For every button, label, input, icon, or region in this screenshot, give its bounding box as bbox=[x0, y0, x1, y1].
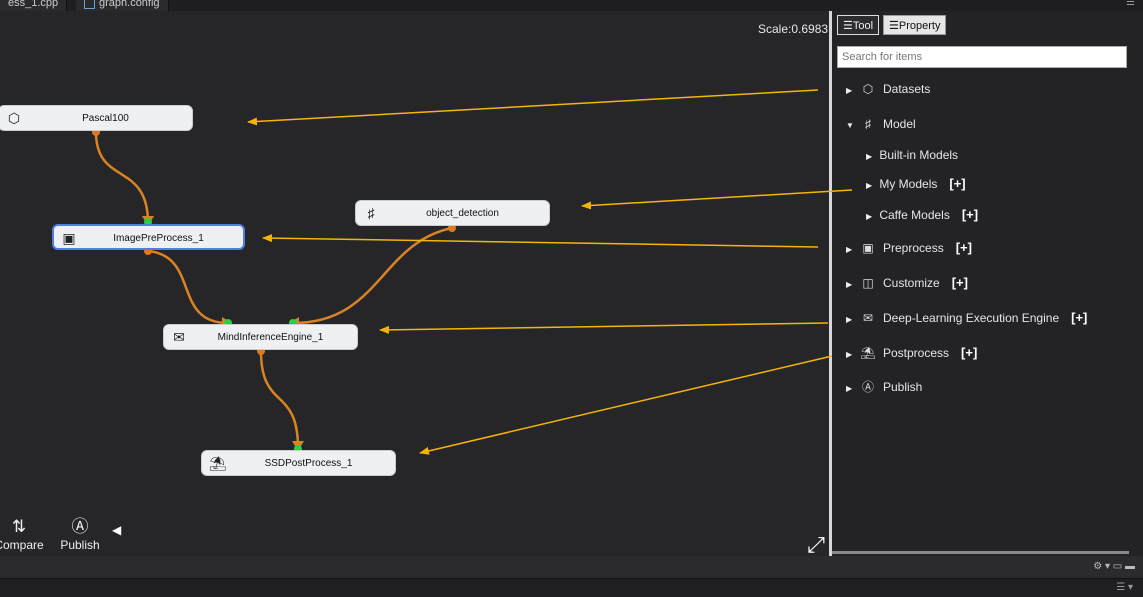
bottom-menu-icon[interactable]: ☰ ▾ bbox=[1116, 582, 1133, 593]
wire-objdet-to-engine[interactable] bbox=[292, 226, 453, 325]
node-label: object_detection bbox=[426, 208, 499, 219]
search-input[interactable] bbox=[837, 46, 1127, 68]
add-postprocess-button[interactable]: [+] bbox=[961, 345, 977, 360]
engine-icon: ✉ bbox=[862, 311, 874, 325]
node-object-detection[interactable]: ♯ object_detection bbox=[355, 200, 550, 226]
wire-pascal-to-prep[interactable] bbox=[94, 131, 150, 224]
tab-process-cpp[interactable]: ess_1.cpp bbox=[0, 0, 68, 11]
tab-property[interactable]: ☰Property bbox=[883, 15, 947, 35]
cube-icon: ⬡ bbox=[862, 82, 874, 96]
node-ssdpostprocess[interactable]: ⛱ SSDPostProcess_1 bbox=[201, 450, 396, 476]
tool-panel: ☰Tool ☰Property ▶ ⬡ Datasets ▼ ♯ Model ▶ Bui… bbox=[832, 11, 1143, 556]
panel-controls[interactable]: ⚙ ▾ ▭ ▬ bbox=[1093, 561, 1135, 572]
tree-item-postprocess[interactable]: ▶ ⛱ Postprocess [+] bbox=[846, 345, 977, 361]
collapse-toolbar-icon[interactable]: ◀ bbox=[112, 523, 121, 537]
expand-arrow-icon[interactable]: ▶ bbox=[846, 312, 856, 328]
tree-item-execution-engine[interactable]: ▶ ✉ Deep-Learning Execution Engine [+] bbox=[846, 310, 1087, 326]
model-icon: ♯ bbox=[865, 117, 871, 131]
postprocess-icon: ⛱ bbox=[209, 455, 227, 471]
publish-button[interactable]: Ⓐ Publish bbox=[55, 516, 105, 552]
collapse-arrow-icon[interactable]: ▼ bbox=[846, 118, 856, 134]
tree-label: Postprocess bbox=[883, 346, 950, 360]
tab-label: graph.config bbox=[99, 0, 160, 9]
node-label: SSDPostProcess_1 bbox=[264, 458, 353, 469]
tree-item-my-models[interactable]: ▶ My Models [+] bbox=[866, 176, 966, 192]
tree-item-builtin-models[interactable]: ▶ Built-in Models bbox=[866, 147, 958, 163]
graph-canvas[interactable]: Scale:0.6983 ⬡ Pascal100 ▣ ImagePreProce… bbox=[0, 11, 830, 556]
node-label: MindInferenceEngine_1 bbox=[217, 332, 324, 343]
tree-label: Model bbox=[883, 117, 916, 131]
expand-arrow-icon[interactable]: ▶ bbox=[846, 277, 856, 293]
tree-label: Caffe Models bbox=[879, 208, 950, 222]
model-icon: ♯ bbox=[367, 205, 375, 221]
expand-arrow-icon[interactable]: ▶ bbox=[866, 149, 876, 165]
tree-item-preprocess[interactable]: ▶ ▣ Preprocess [+] bbox=[846, 240, 972, 256]
tree-item-customize[interactable]: ▶ ◫ Customize [+] bbox=[846, 275, 968, 291]
add-customize-button[interactable]: [+] bbox=[952, 275, 968, 290]
node-label: Pascal100 bbox=[82, 113, 129, 124]
bottom-bar: ⚙ ▾ ▭ ▬ ☰ ▾ bbox=[0, 556, 1143, 597]
tab-menu-icon[interactable]: ☰ bbox=[1126, 0, 1135, 8]
publish-label: Publish bbox=[60, 538, 100, 552]
expand-arrow-icon[interactable]: ▶ bbox=[846, 381, 856, 397]
expand-arrow-icon[interactable]: ▶ bbox=[866, 209, 876, 225]
tree-label: Built-in Models bbox=[879, 148, 959, 162]
tree-label: Customize bbox=[883, 276, 940, 290]
tab-tool-label: Tool bbox=[852, 20, 874, 32]
preprocess-icon: ▣ bbox=[862, 241, 874, 255]
expand-arrow-icon[interactable]: ▶ bbox=[866, 178, 876, 194]
cube-icon: ⬡ bbox=[7, 110, 21, 126]
tab-property-label: Property bbox=[898, 20, 941, 32]
add-engine-button[interactable]: [+] bbox=[1071, 310, 1087, 325]
node-label: ImagePreProcess_1 bbox=[113, 233, 204, 244]
fullscreen-icon[interactable]: ⤢ bbox=[804, 533, 828, 557]
node-pascal100[interactable]: ⬡ Pascal100 bbox=[0, 105, 193, 131]
tab-tool[interactable]: ☰Tool bbox=[837, 15, 880, 35]
add-caffe-model-button[interactable]: [+] bbox=[962, 207, 978, 222]
file-icon bbox=[84, 0, 95, 9]
node-mindinferenceengine[interactable]: ✉ MindInferenceEngine_1 bbox=[163, 324, 358, 350]
compare-icon: ⇅ bbox=[11, 517, 27, 536]
publish-icon: Ⓐ bbox=[861, 380, 874, 394]
output-panel-header: ⚙ ▾ ▭ ▬ bbox=[0, 556, 1143, 579]
tree-label: My Models bbox=[879, 177, 938, 191]
preprocess-icon: ▣ bbox=[62, 230, 76, 246]
add-preprocess-button[interactable]: [+] bbox=[956, 240, 972, 255]
tree-item-model[interactable]: ▼ ♯ Model bbox=[846, 116, 916, 132]
expand-arrow-icon[interactable]: ▶ bbox=[846, 83, 856, 99]
tree-item-publish[interactable]: ▶ Ⓐ Publish bbox=[846, 379, 922, 395]
tree-item-datasets[interactable]: ▶ ⬡ Datasets bbox=[846, 81, 930, 97]
panel-bottom-border bbox=[832, 551, 1129, 554]
tree-item-caffe-models[interactable]: ▶ Caffe Models [+] bbox=[866, 207, 978, 223]
publish-icon: Ⓐ bbox=[71, 517, 89, 536]
tree-label: Preprocess bbox=[883, 241, 944, 255]
tree-label: Publish bbox=[883, 380, 923, 394]
engine-icon: ✉ bbox=[173, 329, 185, 345]
connection-layer bbox=[92, 128, 456, 453]
postprocess-icon: ⛱ bbox=[860, 346, 876, 360]
compare-button[interactable]: ⇅ Compare bbox=[0, 516, 44, 552]
node-imagepreprocess[interactable]: ▣ ImagePreProcess_1 bbox=[52, 224, 245, 250]
expand-arrow-icon[interactable]: ▶ bbox=[846, 347, 856, 363]
expand-arrow-icon[interactable]: ▶ bbox=[846, 242, 856, 258]
tab-label: ess_1.cpp bbox=[8, 0, 59, 9]
wire-engine-to-post[interactable] bbox=[259, 350, 300, 449]
tree-label: Deep-Learning Execution Engine bbox=[883, 311, 1060, 325]
add-my-model-button[interactable]: [+] bbox=[949, 176, 965, 191]
compare-label: Compare bbox=[0, 538, 44, 552]
tree-label: Datasets bbox=[883, 82, 931, 96]
tab-graph-config[interactable]: graph.config bbox=[76, 0, 169, 11]
wire-prep-to-engine[interactable] bbox=[147, 249, 229, 325]
customize-icon: ◫ bbox=[862, 276, 874, 290]
